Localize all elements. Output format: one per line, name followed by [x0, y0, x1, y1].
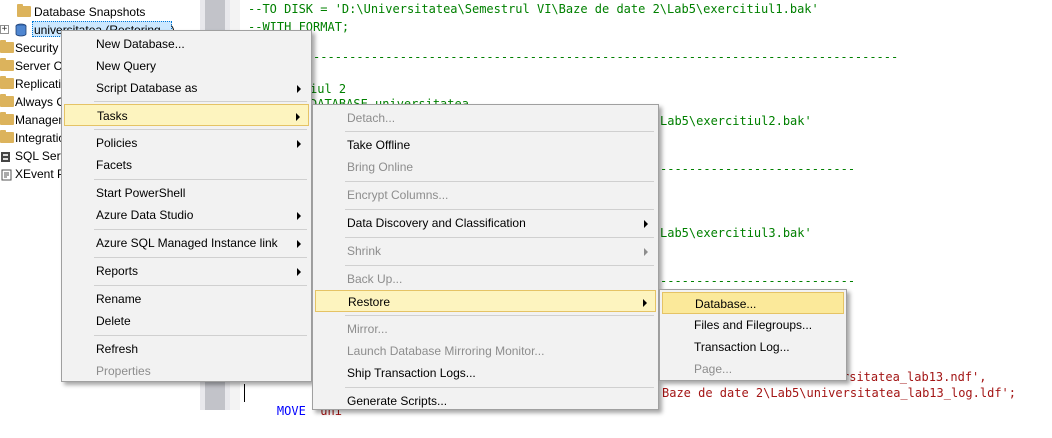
- menu-item-script-database-as[interactable]: Script Database as: [64, 77, 309, 99]
- menu-item-tasks[interactable]: Tasks: [64, 104, 309, 126]
- code-line: ----------------------------------------…: [248, 50, 899, 64]
- menu-item-generate-scripts[interactable]: Generate Scripts...: [315, 390, 656, 412]
- code-line: ---------------------------: [660, 274, 856, 288]
- database-context-menu: New Database... New Query Script Databas…: [61, 30, 312, 382]
- code-line: Lab5\exercitiul2.bak': [660, 114, 812, 128]
- code-keyword: MOVE: [276, 404, 314, 418]
- menu-item-policies[interactable]: Policies: [64, 132, 309, 154]
- folder-icon: [0, 130, 14, 143]
- menu-separator: [94, 335, 307, 336]
- database-icon: [15, 23, 27, 37]
- menu-separator: [345, 265, 654, 266]
- tasks-submenu: Detach... Take Offline Bring Online Encr…: [312, 104, 659, 410]
- menu-item-restore-page[interactable]: Page...: [662, 358, 844, 380]
- menu-item-take-offline[interactable]: Take Offline: [315, 134, 656, 156]
- folder-icon: [0, 40, 14, 53]
- menu-separator: [345, 237, 654, 238]
- menu-separator: [94, 129, 307, 130]
- menu-item-restore-transaction-log[interactable]: Transaction Log...: [662, 336, 844, 358]
- menu-separator: [94, 229, 307, 230]
- menu-separator: [94, 257, 307, 258]
- agent-icon: [0, 150, 11, 162]
- menu-item-restore-database[interactable]: Database...: [662, 292, 844, 314]
- menu-item-new-query[interactable]: New Query: [64, 55, 309, 77]
- restore-submenu: Database... Files and Filegroups... Tran…: [659, 289, 847, 381]
- menu-separator: [94, 101, 307, 102]
- code-line: --TO DISK = 'D:\Universitatea\Semestrul …: [248, 2, 819, 16]
- submenu-arrow-icon: [297, 240, 301, 248]
- menu-item-bring-online[interactable]: Bring Online: [315, 156, 656, 178]
- submenu-arrow-icon: [644, 220, 648, 228]
- menu-item-ship-transaction-logs[interactable]: Ship Transaction Logs...: [315, 362, 656, 384]
- menu-item-start-powershell[interactable]: Start PowerShell: [64, 182, 309, 204]
- submenu-arrow-icon: [644, 248, 648, 256]
- folder-icon: [0, 58, 14, 71]
- tree-node-database-snapshots[interactable]: Database Snapshots: [0, 3, 200, 21]
- menu-item-launch-mirroring-monitor[interactable]: Launch Database Mirroring Monitor...: [315, 340, 656, 362]
- menu-separator: [345, 209, 654, 210]
- code-line: ---------------------------: [660, 162, 856, 176]
- menu-item-data-discovery[interactable]: Data Discovery and Classification: [315, 212, 656, 234]
- folder-icon: [0, 112, 14, 125]
- submenu-arrow-icon: [297, 212, 301, 220]
- menu-separator: [345, 181, 654, 182]
- code-line: Lab5\exercitiul3.bak': [660, 226, 812, 240]
- menu-item-restore-files-filegroups[interactable]: Files and Filegroups...: [662, 314, 844, 336]
- text-caret: [244, 384, 245, 402]
- menu-item-encrypt-columns[interactable]: Encrypt Columns...: [315, 184, 656, 206]
- menu-item-azure-sql-mi-link[interactable]: Azure SQL Managed Instance link: [64, 232, 309, 254]
- menu-item-new-database[interactable]: New Database...: [64, 33, 309, 55]
- submenu-arrow-icon: [297, 268, 301, 276]
- menu-item-facets[interactable]: Facets: [64, 154, 309, 176]
- menu-item-detach[interactable]: Detach...: [315, 107, 656, 129]
- folder-icon: [0, 94, 14, 107]
- menu-separator: [94, 179, 307, 180]
- expand-icon[interactable]: +: [0, 25, 9, 34]
- menu-item-refresh[interactable]: Refresh: [64, 338, 309, 360]
- menu-item-shrink[interactable]: Shrink: [315, 240, 656, 262]
- code-line: Baze de date 2\Lab5\universitatea_lab13_…: [662, 386, 1017, 400]
- menu-item-delete[interactable]: Delete: [64, 310, 309, 332]
- menu-item-azure-data-studio[interactable]: Azure Data Studio: [64, 204, 309, 226]
- submenu-arrow-icon: [296, 113, 300, 121]
- profiler-icon: [1, 168, 12, 181]
- menu-separator: [345, 131, 654, 132]
- menu-item-restore[interactable]: Restore: [315, 290, 656, 312]
- menu-item-properties[interactable]: Properties: [64, 360, 309, 382]
- submenu-arrow-icon: [643, 299, 647, 307]
- menu-separator: [94, 285, 307, 286]
- menu-separator: [345, 315, 654, 316]
- submenu-arrow-icon: [297, 85, 301, 93]
- submenu-arrow-icon: [297, 140, 301, 148]
- folder-icon: [17, 4, 31, 17]
- menu-item-rename[interactable]: Rename: [64, 288, 309, 310]
- menu-item-mirror[interactable]: Mirror...: [315, 318, 656, 340]
- menu-separator: [345, 387, 654, 388]
- folder-icon: [0, 76, 14, 89]
- menu-item-reports[interactable]: Reports: [64, 260, 309, 282]
- menu-item-back-up[interactable]: Back Up...: [315, 268, 656, 290]
